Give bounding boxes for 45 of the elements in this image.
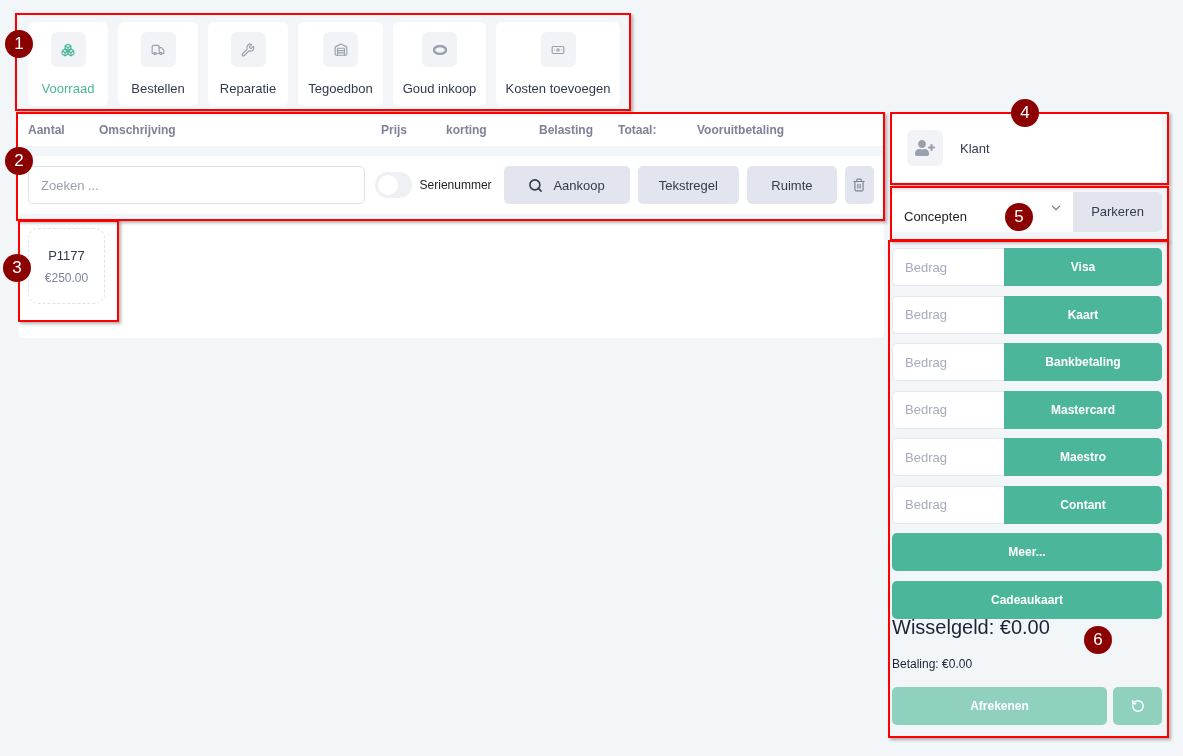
search-field[interactable]: Zoeken ... — [28, 166, 365, 204]
annotation-marker: 6 — [1084, 626, 1112, 654]
reset-button[interactable] — [1113, 686, 1162, 725]
column-header: Prijs — [381, 123, 408, 137]
annotation-marker: 3 — [3, 254, 31, 282]
ring-icon — [422, 32, 457, 67]
customer-label: Klant — [960, 140, 990, 156]
truck-icon — [140, 32, 176, 67]
tab[interactable]: Goud inkoop — [393, 22, 486, 106]
annotation-marker: 2 — [5, 147, 33, 175]
column-header: Belasting — [539, 123, 594, 137]
trash-icon — [852, 178, 867, 192]
delete-button[interactable] — [844, 166, 874, 204]
tools-icon — [230, 32, 266, 67]
toggle-label: Serienummer — [419, 178, 492, 192]
product-price: €250.00 — [44, 270, 89, 285]
amount-field[interactable]: Bedrag — [892, 485, 1004, 524]
search-icon — [528, 177, 544, 193]
warehouse-icon — [323, 32, 358, 67]
amount-field[interactable]: Bedrag — [892, 438, 1004, 476]
tab[interactable]: Tegoedbon — [298, 22, 383, 106]
tab[interactable]: Bestellen — [118, 22, 198, 106]
column-header: Omschrijving — [99, 123, 177, 137]
annotation-marker: 1 — [5, 30, 33, 58]
park-button[interactable]: Parkeren — [1073, 192, 1162, 232]
column-header: Totaal: — [618, 123, 658, 137]
column-header: korting — [446, 123, 488, 137]
column-header: Vooruitbetaling — [697, 123, 786, 137]
tab[interactable]: Reparatie — [208, 22, 288, 106]
payment-total: Betaling: €0.00 — [892, 656, 974, 671]
annotation-marker: 4 — [1011, 99, 1039, 127]
amount-field[interactable]: Bedrag — [892, 248, 1004, 286]
banknote-icon — [540, 32, 576, 67]
undo-icon — [1130, 698, 1145, 713]
product-code: P1177 — [48, 247, 85, 263]
toolbar-button[interactable]: Tekstregel — [637, 166, 739, 204]
boxes-icon — [50, 32, 86, 67]
add-user-icon — [907, 130, 943, 166]
tab[interactable]: Kosten toevoegen — [496, 22, 620, 106]
toolbar-button[interactable]: Aankoop — [503, 166, 630, 204]
amount-field[interactable]: Bedrag — [892, 343, 1004, 381]
column-header: Aantal — [28, 123, 66, 137]
amount-field[interactable]: Bedrag — [892, 295, 1004, 334]
amount-field[interactable]: Bedrag — [892, 390, 1004, 429]
toolbar-button[interactable]: Ruimte — [746, 166, 837, 204]
